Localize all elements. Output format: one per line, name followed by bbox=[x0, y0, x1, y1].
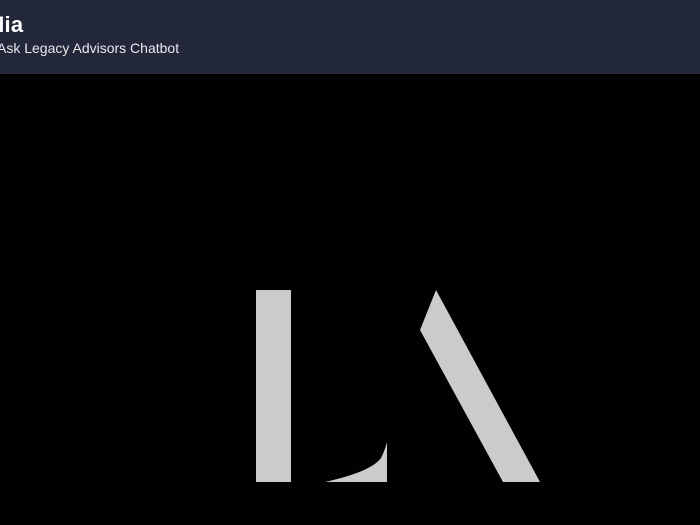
logo-letter-l-stem bbox=[256, 290, 291, 482]
chatbot-window: Mia Ask Legacy Advisors Chatbot bbox=[0, 0, 700, 525]
logo-letter-l-foot bbox=[325, 442, 387, 482]
chatbot-name: Mia bbox=[0, 12, 24, 37]
chatbot-subtitle: Ask Legacy Advisors Chatbot bbox=[0, 40, 180, 56]
logo-letter-a-stroke bbox=[420, 290, 540, 482]
chat-content-area bbox=[0, 74, 700, 525]
legacy-advisors-logo-icon bbox=[256, 290, 540, 482]
chat-header: Mia Ask Legacy Advisors Chatbot bbox=[0, 0, 700, 74]
